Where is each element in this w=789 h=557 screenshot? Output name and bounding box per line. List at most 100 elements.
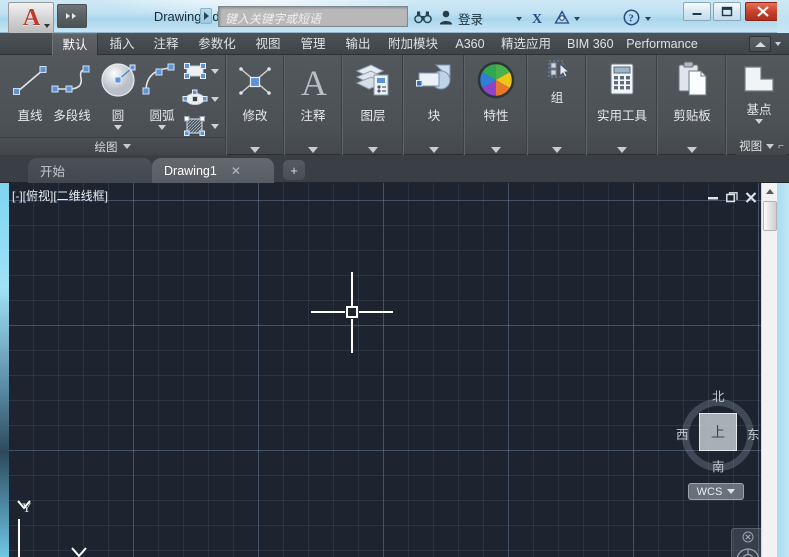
panel-group-expand-icon[interactable] [551,147,562,153]
ribbon-panel-annotate: A 注释 [284,55,342,155]
help-icon[interactable]: ? [622,8,640,26]
viewcube-direction-east[interactable]: 东 [747,424,760,443]
tool-block[interactable]: 块 [408,59,460,124]
tool-arc-chevron-down-icon[interactable] [158,125,166,130]
ribbon-tab-performance[interactable]: Performance [619,33,705,55]
ucs-selector-button[interactable]: WCS [688,483,744,500]
tool-arc-label: 圆弧 [149,109,175,123]
search-input[interactable]: 键入关键字或短语 [218,6,408,27]
share-chevron-down-icon[interactable] [574,17,580,21]
tool-rectangle[interactable] [182,61,219,81]
tool-annotate[interactable]: A 注释 [287,59,339,124]
tool-circle-chevron-down-icon[interactable] [114,125,122,130]
window-maximize-button[interactable] [713,2,741,21]
viewcube-direction-south[interactable]: 南 [712,456,725,475]
viewcube-face-top[interactable]: 上 [699,413,737,451]
ribbon-panel-utilities: 实用工具 [586,55,657,155]
ribbon-tab-output[interactable]: 输出 [336,33,380,55]
ribbon-tab-annotate[interactable]: 注释 [144,33,188,55]
ribbon-tab-featured-apps[interactable]: 精选应用 [493,33,559,55]
ribbon-tab-addins[interactable]: 附加模块 [380,33,446,55]
user-account-icon[interactable] [437,8,455,26]
tool-utilities[interactable]: 实用工具 [596,59,648,124]
panel-clipboard-expand-icon[interactable] [686,147,697,153]
doc-tab-start[interactable]: 开始 [28,158,152,183]
tool-ellipse[interactable] [182,89,219,109]
ribbon-tab-manage[interactable]: 管理 [291,33,335,55]
new-tab-button[interactable]: + [283,160,305,180]
application-menu-button[interactable]: A [8,2,54,34]
tool-modify[interactable]: 修改 [229,59,281,124]
window-close-button[interactable] [745,2,781,21]
viewport-minimize-icon[interactable] [706,190,720,204]
viewport-restore-icon[interactable] [725,190,739,204]
chevron-down-icon[interactable] [44,24,50,28]
ribbon-chevron-down-icon[interactable] [775,42,781,46]
tool-hatch[interactable] [182,115,219,137]
doc-tab-drawing1[interactable]: Drawing1 ✕ [152,158,274,183]
signin-chevron-down-icon[interactable] [516,17,522,21]
tool-utilities-label: 实用工具 [596,109,647,123]
sign-in-button[interactable]: 登录 [458,9,483,28]
crosshair-left-arm [311,311,345,313]
ribbon-minimize-icon [754,41,766,47]
circle-icon [101,63,136,97]
scroll-up-arrow-icon[interactable] [762,183,778,199]
doc-tab-start-label: 开始 [40,165,66,179]
ribbon-tab-insert[interactable]: 插入 [100,33,144,55]
panel-draw-chevron-down-icon[interactable] [122,144,131,149]
ribbon-tab-view[interactable]: 视图 [246,33,290,55]
scrollbar-thumb[interactable] [763,201,777,231]
ribbon-tab-parametric[interactable]: 参数化 [189,33,245,55]
tool-group-label: 组 [550,91,564,105]
panel-title-view-label: 视图 [739,141,763,153]
viewport-left-edge-strip [0,183,9,557]
panel-modify-expand-icon[interactable] [250,147,260,153]
viewcube-direction-west[interactable]: 西 [676,424,689,443]
help-chevron-down-icon[interactable] [645,17,651,21]
ribbon-minimize-button[interactable] [749,36,771,52]
tool-polyline[interactable]: 多段线 [46,59,98,124]
panel-title-draw[interactable]: 绘图 [0,137,225,155]
window-minimize-button[interactable] [683,2,711,21]
panel-view-chevron-down-icon[interactable] [766,143,775,149]
tool-clipboard[interactable]: 剪贴板 [666,59,718,124]
viewport-close-icon[interactable] [744,190,758,204]
autocad-window: A Drawing1.dwg 键入关键字或短语 登录 X ? 默认 插入 注释 … [0,0,789,557]
tool-rectangle-chevron-down-icon[interactable] [211,68,219,74]
panel-block-expand-icon[interactable] [428,147,439,153]
block-icon [416,64,451,90]
viewcube-direction-north[interactable]: 北 [712,386,725,405]
tool-basepoint[interactable]: 基点 [733,59,785,124]
panel-view-dialog-launcher-icon[interactable]: ⌐ [778,141,784,152]
tool-arc[interactable]: 圆弧 [136,59,188,130]
share-icon[interactable] [553,8,571,26]
panel-layers-expand-icon[interactable] [367,147,378,153]
polyline-icon [51,65,90,93]
tool-group[interactable]: 组 [531,57,583,106]
tool-basepoint-chevron-down-icon[interactable] [755,119,763,124]
navbar-close-icon[interactable] [732,531,764,543]
tool-ellipse-chevron-down-icon[interactable] [211,96,219,102]
doc-tab-close-icon[interactable]: ✕ [231,164,241,178]
panel-properties-expand-icon[interactable] [490,147,501,153]
panel-utilities-expand-icon[interactable] [616,147,627,153]
tool-properties[interactable]: 特性 [470,59,522,124]
tool-layers[interactable]: 图层 [347,59,399,124]
tool-hatch-chevron-down-icon[interactable] [211,123,219,129]
tool-circle[interactable]: 圆 [96,59,140,130]
ribbon-tab-default[interactable]: 默认 [52,33,98,55]
autodesk-exchange-icon[interactable]: X [530,8,548,26]
ribbon-tab-bim360[interactable]: BIM 360 [560,33,618,55]
vertical-scrollbar[interactable] [761,183,778,557]
quick-access-expand-button[interactable] [57,4,87,28]
panel-annotate-expand-icon[interactable] [308,147,318,153]
chevron-down-icon[interactable] [727,489,736,494]
drawing-viewport[interactable]: [-][俯视][二维线框] 上 北 西 东 南 WCS Y [0,183,789,557]
ribbon-tab-a360[interactable]: A360 [448,33,492,55]
search-binoculars-icon[interactable] [414,8,432,26]
title-dropdown-arrow[interactable] [200,8,212,24]
panel-title-view[interactable]: 视图 ⌐ [736,137,787,155]
navbar-steering-wheel[interactable] [732,545,764,557]
viewport-config-label[interactable]: [-][俯视][二维线框] [12,187,108,204]
